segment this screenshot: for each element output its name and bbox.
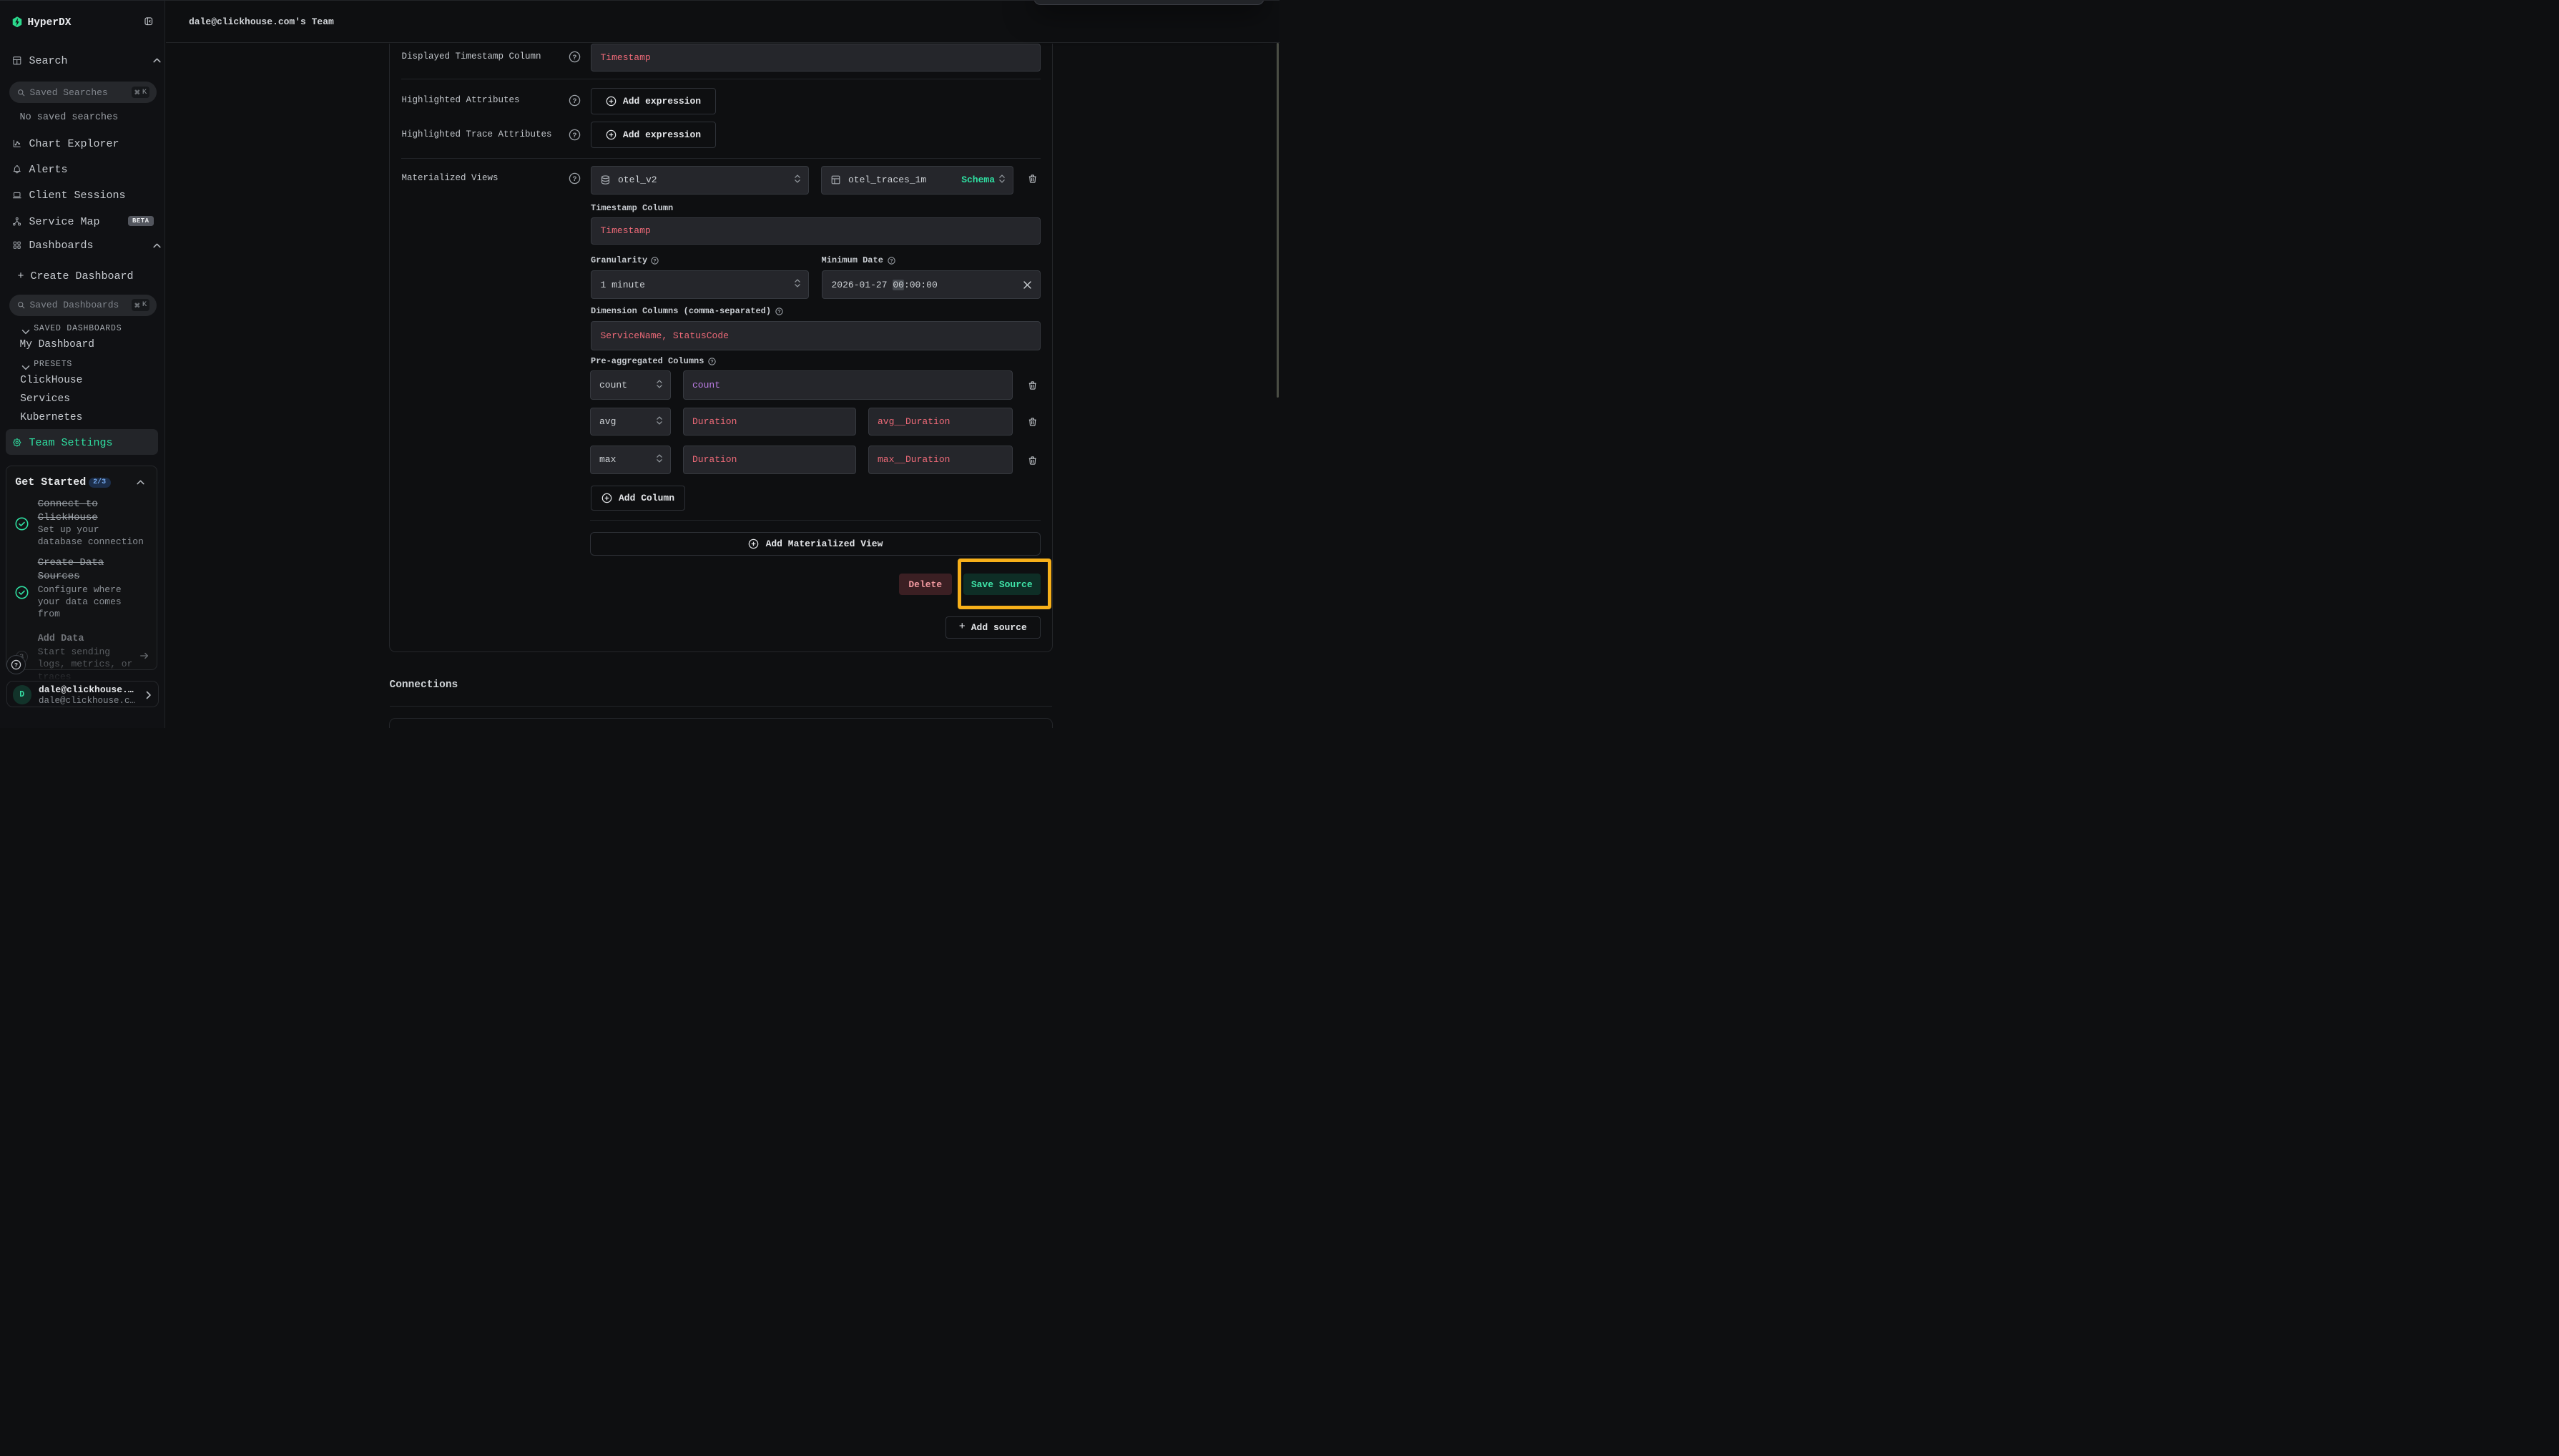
svg-text:?: ? (710, 360, 713, 365)
svg-text:?: ? (572, 98, 576, 106)
svg-text:?: ? (890, 259, 893, 265)
svg-text:?: ? (572, 54, 576, 62)
svg-text:?: ? (777, 310, 780, 315)
svg-text:?: ? (653, 259, 656, 265)
svg-text:?: ? (572, 132, 576, 140)
svg-text:?: ? (14, 661, 18, 669)
svg-text:?: ? (572, 176, 576, 184)
